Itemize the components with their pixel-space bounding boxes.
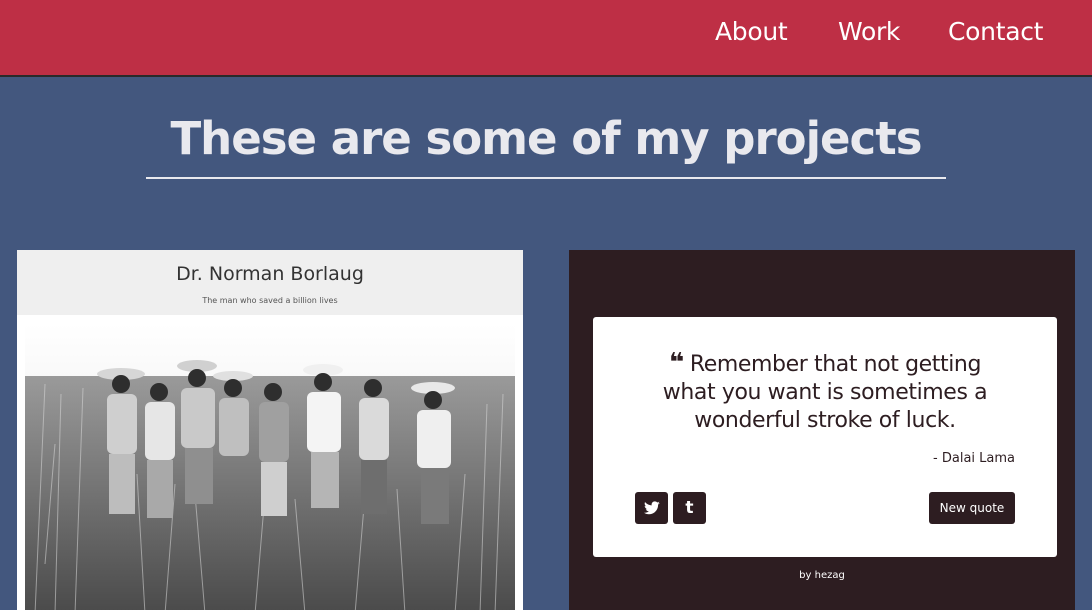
page-title: These are some of my projects	[170, 112, 922, 165]
title-underline	[146, 177, 946, 179]
project-card-quote-machine[interactable]: ❝ Remember that not getting what you want…	[569, 250, 1075, 610]
twitter-icon	[643, 501, 660, 515]
project-photo	[25, 324, 515, 610]
navbar: About Work Contact	[0, 0, 1092, 75]
project-subtitle: The man who saved a billion lives	[202, 296, 338, 305]
quote-byline: by hezag	[799, 570, 845, 581]
quote-author: - Dalai Lama	[933, 451, 1015, 466]
tumblr-icon: t	[685, 498, 694, 518]
new-quote-button[interactable]: New quote	[929, 492, 1015, 524]
quote-box: ❝ Remember that not getting what you want…	[593, 317, 1057, 557]
tumblr-button[interactable]: t	[673, 492, 706, 524]
nav-link-about[interactable]: About	[715, 17, 788, 46]
quote-left-icon: ❝	[668, 348, 684, 378]
project-card-borlaug[interactable]: Dr. Norman Borlaug The man who saved a b…	[17, 250, 523, 610]
quote-text: ❝ Remember that not getting what you want…	[643, 349, 1007, 435]
nav-link-contact[interactable]: Contact	[948, 17, 1043, 46]
project-title: Dr. Norman Borlaug	[176, 263, 364, 285]
nav-link-work[interactable]: Work	[838, 17, 900, 46]
tweet-button[interactable]	[635, 492, 668, 524]
quote-body: Remember that not getting what you want …	[662, 352, 988, 433]
